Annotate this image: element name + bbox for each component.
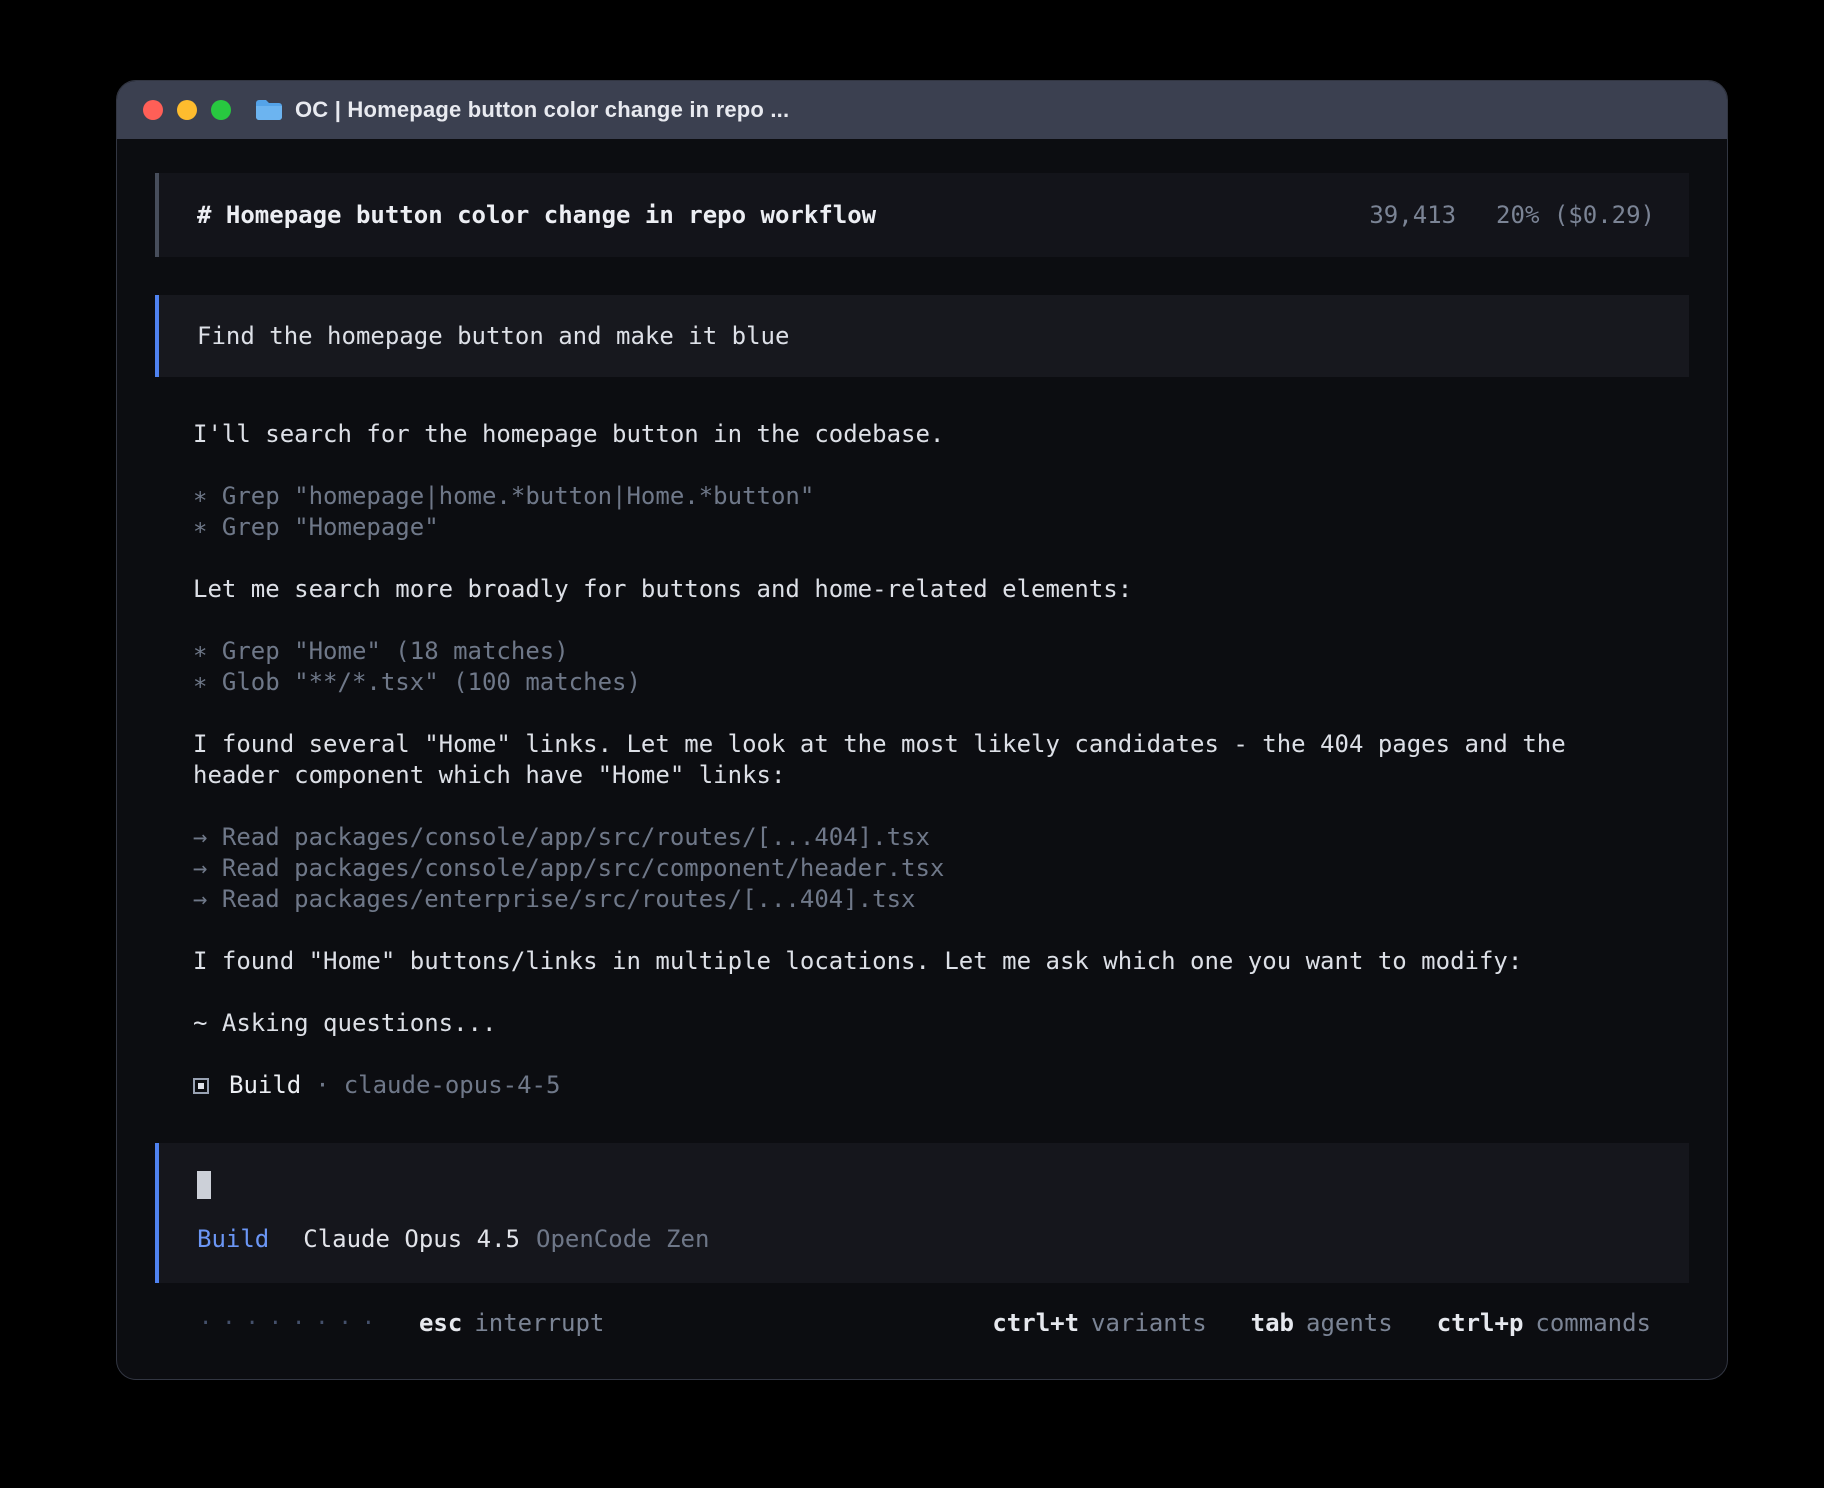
tool-call-read: → Read packages/console/app/src/componen… [193, 853, 1609, 884]
interrupt-label: interrupt [474, 1309, 604, 1337]
user-message-text: Find the homepage button and make it blu… [197, 322, 789, 350]
tool-call-grep: ∗ Grep "Homepage" [193, 512, 1609, 543]
close-button[interactable] [143, 100, 163, 120]
commands-label: commands [1535, 1309, 1651, 1337]
window-titlebar: OC | Homepage button color change in rep… [117, 81, 1727, 139]
assistant-paragraph: I'll search for the homepage button in t… [193, 419, 1609, 450]
agent-status-line: Build · claude-opus-4-5 [193, 1070, 1609, 1101]
assistant-paragraph: I found several "Home" links. Let me loo… [193, 729, 1609, 791]
agent-model: claude-opus-4-5 [344, 1070, 561, 1101]
prompt-input-area[interactable]: Build Claude Opus 4.5 OpenCode Zen [155, 1143, 1689, 1283]
tool-call-group: ∗ Grep "Home" (18 matches) ∗ Glob "**/*.… [193, 636, 1609, 698]
session-title: # Homepage button color change in repo w… [197, 201, 876, 229]
agent-separator: · [315, 1070, 329, 1101]
variants-hint: ctrl+t variants [992, 1309, 1206, 1337]
agents-hint: tab agents [1251, 1309, 1393, 1337]
window-title: OC | Homepage button color change in rep… [295, 97, 789, 123]
user-message: Find the homepage button and make it blu… [155, 295, 1689, 377]
tool-call-grep: ∗ Grep "homepage|home.*button|Home.*butt… [193, 481, 1609, 512]
text-cursor [197, 1171, 211, 1199]
assistant-paragraph: I found "Home" buttons/links in multiple… [193, 946, 1609, 977]
status-bar: ········ esc interrupt ctrl+t variants t… [155, 1309, 1689, 1337]
mode-indicator[interactable]: Build [197, 1225, 269, 1253]
asking-questions-status: ~ Asking questions... [193, 1008, 1609, 1039]
keyboard-hints: ctrl+t variants tab agents ctrl+p comman… [992, 1309, 1651, 1337]
folder-icon [255, 99, 283, 121]
provider-indicator: OpenCode Zen [536, 1225, 709, 1253]
tool-call-group: ∗ Grep "homepage|home.*button|Home.*butt… [193, 481, 1609, 543]
session-meta: 39,413 20% ($0.29) [1369, 201, 1655, 229]
variants-label: variants [1091, 1309, 1207, 1337]
token-count: 39,413 [1369, 201, 1456, 229]
ctrl-p-key: ctrl+p [1437, 1309, 1524, 1337]
tab-key: tab [1251, 1309, 1294, 1337]
tool-call-read: → Read packages/console/app/src/routes/[… [193, 822, 1609, 853]
interrupt-hint: esc interrupt [419, 1309, 604, 1337]
model-indicator[interactable]: Claude Opus 4.5 [303, 1225, 520, 1253]
esc-key: esc [419, 1309, 462, 1337]
terminal-window: OC | Homepage button color change in rep… [116, 80, 1728, 1380]
tool-call-glob: ∗ Glob "**/*.tsx" (100 matches) [193, 667, 1609, 698]
zoom-button[interactable] [211, 100, 231, 120]
session-header: # Homepage button color change in repo w… [155, 173, 1689, 257]
agent-build-icon [193, 1078, 209, 1094]
terminal-content: # Homepage button color change in repo w… [117, 139, 1727, 1337]
spinner-dots: ········ [199, 1311, 385, 1336]
tool-call-read: → Read packages/enterprise/src/routes/[.… [193, 884, 1609, 915]
traffic-lights [143, 100, 231, 120]
desktop-background: OC | Homepage button color change in rep… [0, 0, 1824, 1488]
minimize-button[interactable] [177, 100, 197, 120]
tool-call-grep: ∗ Grep "Home" (18 matches) [193, 636, 1609, 667]
commands-hint: ctrl+p commands [1437, 1309, 1651, 1337]
tool-call-group: → Read packages/console/app/src/routes/[… [193, 822, 1609, 915]
assistant-paragraph: Let me search more broadly for buttons a… [193, 574, 1609, 605]
input-footer: Build Claude Opus 4.5 OpenCode Zen [197, 1225, 1651, 1253]
context-usage: 20% ($0.29) [1496, 201, 1655, 229]
agent-name: Build [229, 1070, 301, 1101]
ctrl-t-key: ctrl+t [992, 1309, 1079, 1337]
agents-label: agents [1306, 1309, 1393, 1337]
assistant-transcript: I'll search for the homepage button in t… [155, 419, 1689, 1101]
